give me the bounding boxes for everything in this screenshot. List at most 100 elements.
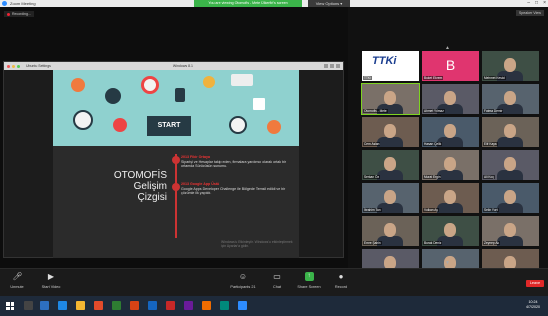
participant-tile[interactable]: Zeynep Ak [482, 216, 539, 246]
participant-tile[interactable]: TTKi TTKi [362, 51, 419, 81]
participant-video [444, 223, 456, 237]
window-controls: – □ × [527, 0, 546, 7]
gear-icon [105, 88, 121, 104]
participant-name: Cem Aslan [363, 142, 381, 146]
virtual-machine-window: Ubuntu Settings Windows 8.1 START OTOMOF… [3, 61, 344, 258]
edge-icon[interactable] [58, 301, 67, 310]
system-clock[interactable]: 10:24 4/7/2020 [526, 300, 540, 310]
vm-minimize-icon[interactable] [12, 64, 15, 68]
vm-tool-icon[interactable] [336, 64, 340, 68]
participant-name: Fatma Demir [483, 109, 504, 113]
participant-tile[interactable]: Selin Yurt [482, 183, 539, 213]
participant-tile[interactable]: İbrahim Tan [362, 183, 419, 213]
shared-screen-area: Recording... Ubuntu Settings Windows 8.1 [0, 7, 348, 268]
participant-tile[interactable]: Burak Deniz [422, 216, 479, 246]
leave-meeting-button[interactable]: Leave [526, 280, 544, 287]
participant-tile[interactable]: Emre Şahin [362, 216, 419, 246]
participant-tile[interactable]: Serkan Öz [362, 150, 419, 180]
powerpoint-icon[interactable] [130, 301, 139, 310]
task-view-icon[interactable] [40, 301, 49, 310]
speech-bubble-icon [231, 74, 253, 86]
explorer-icon[interactable] [76, 301, 85, 310]
windows-start-icon[interactable] [6, 302, 14, 310]
participants-button[interactable]: ☺ Participants 21 [226, 272, 260, 289]
participant-tile[interactable]: Murat Ergin [422, 150, 479, 180]
participant-tile[interactable]: Elif Kaya [482, 117, 539, 147]
vm-title: Ubuntu Settings [26, 64, 51, 68]
participant-tile[interactable]: Mehmet Kesici [482, 51, 539, 81]
timeline-head: Google App Üstü [190, 182, 220, 186]
share-screen-icon: ↑ [304, 272, 314, 281]
start-video-label: Start Video [41, 285, 61, 289]
compass-icon [229, 116, 247, 134]
speaker-view-button[interactable]: Speaker View [515, 10, 544, 16]
chat-button[interactable]: ▭ Chat [260, 272, 294, 289]
unmute-button[interactable]: 🎤︎ Unmute [0, 272, 34, 289]
vm-zoom-icon[interactable] [17, 64, 20, 68]
record-button[interactable]: ● Record [324, 272, 358, 289]
company-logo: TTKi [372, 55, 397, 67]
word-icon[interactable] [148, 301, 157, 310]
view-options-label: View Options ▾ [315, 1, 343, 6]
participant-video [384, 157, 396, 171]
slide-heading: OTOMOFİS Gelişim Çizgisi [97, 170, 167, 203]
chrome-icon[interactable] [94, 301, 103, 310]
unmute-label: Unmute [10, 285, 24, 289]
participant-grid: TTKi TTKi B Buket Ekrem Mehmet Kesici Otomofi… [361, 51, 539, 279]
zoom-taskbar-icon[interactable] [238, 301, 247, 310]
share-screen-label: Share Screen [297, 285, 321, 289]
app-icon[interactable] [202, 301, 211, 310]
clock-date: 4/7/2020 [526, 305, 540, 309]
dial-icon [267, 120, 281, 134]
participants-icon: ☺ [238, 272, 248, 281]
share-screen-button[interactable]: ↑ Share Screen [292, 272, 326, 289]
start-video-button[interactable]: ▶ Start Video [34, 272, 68, 289]
participant-tile[interactable]: Volkan Ay [422, 183, 479, 213]
participants-label: Participants 21 [226, 285, 260, 289]
vm-title-bar: Ubuntu Settings Windows 8.1 [4, 62, 343, 70]
participant-video [504, 58, 516, 72]
participant-video [377, 137, 403, 147]
participant-video [504, 190, 516, 204]
windows-taskbar: 10:24 4/7/2020 [0, 296, 548, 316]
page-down-icon[interactable]: ▼ [445, 260, 450, 266]
clock-icon [73, 110, 93, 130]
participant-video [504, 157, 516, 171]
vm-close-icon[interactable] [7, 64, 10, 68]
participant-name: İbrahim Tan [363, 208, 382, 212]
participant-tile[interactable]: Fatma Demir [482, 84, 539, 114]
recording-dot-icon [7, 12, 10, 16]
participant-tile[interactable]: Otomofis - Mete [361, 83, 420, 115]
meeting-toolbar: 🎤︎ Unmute ▶ Start Video ☺ Participants 2… [0, 268, 548, 296]
record-icon: ● [338, 272, 344, 281]
participant-video [497, 137, 523, 147]
participant-name: Mehmet Kesici [483, 76, 506, 80]
participant-name: Ahmet Yılmaz [423, 109, 445, 113]
acrobat-icon[interactable] [166, 301, 175, 310]
excel-icon[interactable] [112, 301, 121, 310]
participant-name: TTKi [363, 76, 372, 80]
maximize-icon[interactable]: □ [535, 0, 538, 7]
participant-video [384, 124, 396, 138]
participant-video [444, 157, 456, 171]
participant-name: Selin Yurt [483, 208, 499, 212]
participant-tile[interactable]: Ali Koç [482, 150, 539, 180]
participant-tile[interactable]: Cem Aslan [362, 117, 419, 147]
vm-tool-icon[interactable] [330, 64, 334, 68]
microphone-icon: 🎤︎ [12, 272, 23, 281]
participant-name: Zeynep Ak [483, 241, 501, 245]
target-icon [113, 118, 127, 132]
vm-tool-icon[interactable] [324, 64, 328, 68]
record-label: Record [334, 285, 348, 289]
app-icon[interactable] [220, 301, 229, 310]
participant-video [377, 170, 403, 180]
participant-tile[interactable]: B Buket Ekrem [422, 51, 479, 81]
app-icon[interactable] [184, 301, 193, 310]
participant-tile[interactable]: Ahmet Yılmaz [422, 84, 479, 114]
minimize-icon[interactable]: – [527, 0, 530, 7]
slide-illustration: START [53, 70, 299, 146]
view-options-button[interactable]: View Options ▾ [308, 0, 350, 7]
search-icon[interactable] [24, 301, 33, 310]
close-icon[interactable]: × [543, 0, 546, 7]
participant-tile[interactable]: Hasan Çelik [422, 117, 479, 147]
